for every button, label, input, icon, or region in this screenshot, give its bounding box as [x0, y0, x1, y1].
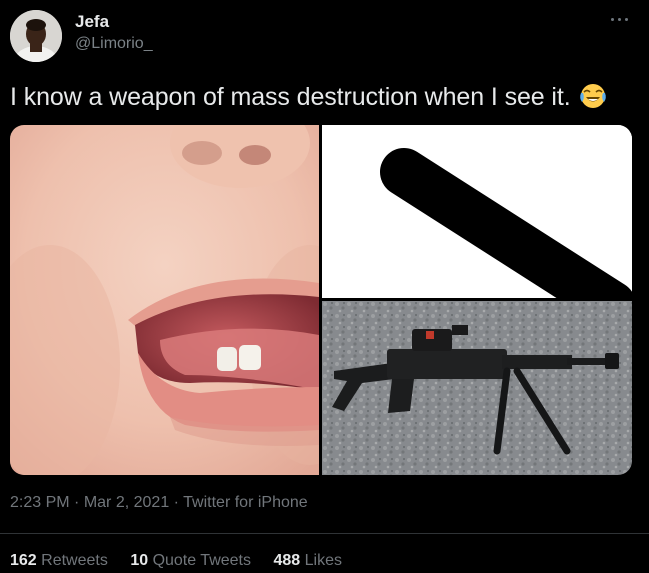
- black-diagonal-stroke-image: [322, 125, 632, 298]
- author-name[interactable]: Jefa: [75, 12, 109, 32]
- tweet-text: I know a weapon of mass destruction when…: [10, 82, 607, 112]
- quote-tweets-count: 10: [130, 552, 149, 569]
- retweets-label: Retweets: [41, 552, 108, 569]
- tweet-meta: 2:23 PM · Mar 2, 2021 · Twitter for iPho…: [10, 494, 308, 512]
- meta-separator: ·: [173, 494, 179, 511]
- tweet-stats: 162 Retweets 10 Quote Tweets 488 Likes: [10, 552, 360, 570]
- tweet-media-grid: [10, 125, 632, 475]
- media-image-baby-mouth[interactable]: [10, 125, 319, 475]
- quote-tweets-label: Quote Tweets: [152, 552, 251, 569]
- likes-count: 488: [273, 552, 301, 569]
- likes-stat[interactable]: 488 Likes: [273, 552, 342, 570]
- retweets-count: 162: [10, 552, 37, 569]
- media-image-black-stroke[interactable]: [322, 125, 632, 298]
- retweets-stat[interactable]: 162 Retweets: [10, 552, 108, 570]
- baby-mouth-image: [10, 125, 319, 475]
- more-options-icon[interactable]: [609, 10, 631, 28]
- machine-gun-image: [322, 301, 632, 475]
- author-avatar[interactable]: [10, 10, 62, 62]
- likes-label: Likes: [304, 552, 342, 569]
- avatar-photo: [10, 10, 62, 62]
- tweet-text-content: I know a weapon of mass destruction when…: [10, 83, 571, 111]
- divider: [0, 533, 649, 534]
- quote-tweets-stat[interactable]: 10 Quote Tweets: [130, 552, 251, 570]
- tweet-source[interactable]: Twitter for iPhone: [183, 494, 308, 511]
- media-image-machine-gun[interactable]: [322, 301, 632, 475]
- meta-separator: ·: [74, 494, 80, 511]
- tweet-date[interactable]: Mar 2, 2021: [84, 494, 169, 511]
- tweet-time[interactable]: 2:23 PM: [10, 494, 70, 511]
- author-handle[interactable]: @Limorio_: [75, 35, 153, 53]
- laughing-crying-emoji-icon: [579, 84, 606, 108]
- tweet-card: Jefa @Limorio_ I know a weapon of mass d…: [0, 0, 649, 573]
